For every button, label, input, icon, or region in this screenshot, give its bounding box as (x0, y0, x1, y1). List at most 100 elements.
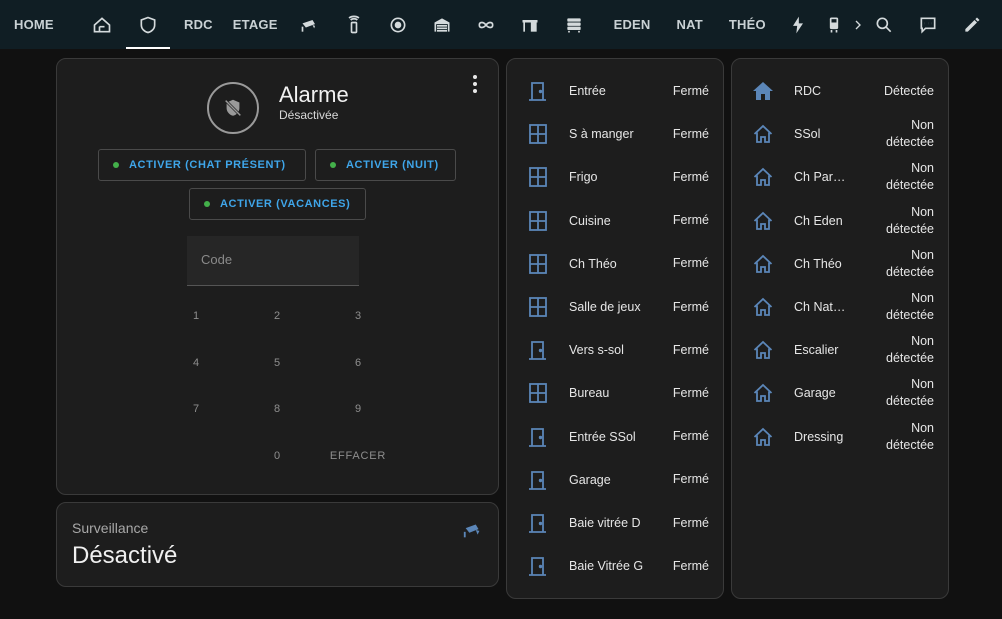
arm-night-button[interactable]: ACTIVER (NUIT) (315, 149, 456, 181)
dot-vertical-icon (473, 75, 477, 79)
motion-row[interactable]: Ch Eden Non détectée (732, 203, 948, 239)
opening-state: Fermé (672, 515, 709, 530)
opening-row[interactable]: Frigo Fermé (507, 159, 723, 195)
tab-remote[interactable] (332, 0, 376, 49)
shield-outline-icon (140, 16, 156, 33)
opening-state: Fermé (672, 429, 709, 444)
opening-state: Fermé (672, 213, 709, 228)
edit-dashboard-button[interactable] (950, 0, 994, 49)
opening-state: Fermé (672, 385, 709, 400)
keypad-4[interactable]: 4 (176, 351, 216, 375)
opening-state: Fermé (672, 83, 709, 98)
home-outline-icon (751, 381, 775, 405)
surveillance-card[interactable]: Surveillance Désactivé (56, 502, 499, 587)
tab-eden[interactable]: EDEN (604, 0, 661, 49)
tab-home-floorplan[interactable] (80, 0, 124, 49)
motion-state: Non détectée (886, 291, 934, 322)
motion-name: Ch Théo (794, 256, 842, 271)
window-icon (526, 295, 550, 319)
motion-name: RDC (794, 84, 822, 98)
opening-state: Fermé (672, 472, 709, 487)
motion-row[interactable]: RDC Détectée (732, 73, 948, 109)
tab-home[interactable]: HOME (0, 0, 80, 49)
door-icon (526, 511, 550, 535)
opening-name: Cuisine (569, 213, 611, 228)
status-dot-icon (113, 162, 119, 168)
motion-row[interactable]: Ch Théo Non détectée (732, 246, 948, 282)
home-outline-icon (751, 252, 775, 276)
keypad-7[interactable]: 7 (176, 397, 216, 421)
motion-row[interactable]: SSol Non détectée (732, 116, 948, 152)
keypad-5[interactable]: 5 (257, 351, 297, 375)
opening-row[interactable]: Ch Théo Fermé (507, 246, 723, 282)
keypad-clear[interactable]: EFFACER (323, 444, 393, 468)
tab-energy[interactable] (776, 0, 820, 49)
cctv-icon (463, 524, 480, 538)
motion-row[interactable]: Garage Non détectée (732, 375, 948, 411)
tab-nat[interactable]: NAT (667, 0, 713, 49)
motion-card: RDC Détectée SSol Non détectée Ch Parents Non… (731, 58, 949, 599)
opening-row[interactable]: Baie vitrée D Fermé (507, 505, 723, 541)
alarm-menu-button[interactable] (472, 75, 478, 93)
tab-dresser[interactable] (552, 0, 596, 49)
code-input[interactable]: Code (187, 236, 359, 286)
opening-row[interactable]: Salle de jeux Fermé (507, 289, 723, 325)
opening-row[interactable]: Bureau Fermé (507, 375, 723, 411)
tab-train[interactable] (820, 0, 848, 49)
dresser-icon (566, 17, 581, 32)
motion-state: Non détectée (886, 161, 934, 193)
tab-theo[interactable]: THÉO (719, 0, 776, 49)
motion-row[interactable]: Ch Parents Non détectée (732, 159, 948, 195)
home-filled-icon (751, 79, 775, 103)
search-icon (876, 17, 892, 32)
keypad-0[interactable]: 0 (257, 444, 297, 468)
tab-cctv[interactable] (288, 0, 332, 49)
motion-name: Ch Nathan (794, 300, 850, 314)
motion-row[interactable]: Escalier Non détectée (732, 332, 948, 368)
opening-name: Entrée SSol (569, 429, 636, 444)
opening-row[interactable]: Cuisine Fermé (507, 203, 723, 239)
arm-vacation-button[interactable]: ACTIVER (VACANCES) (189, 188, 366, 220)
assist-button[interactable] (906, 0, 950, 49)
opening-state: Fermé (672, 126, 709, 141)
keypad-8[interactable]: 8 (257, 397, 297, 421)
opening-row[interactable]: Garage Fermé (507, 462, 723, 498)
search-button[interactable] (862, 0, 906, 49)
tab-desk[interactable] (508, 0, 552, 49)
motion-state: Non détectée (886, 420, 934, 452)
opening-row[interactable]: Vers s-sol Fermé (507, 332, 723, 368)
tab-infinity[interactable] (464, 0, 508, 49)
keypad-2[interactable]: 2 (257, 304, 297, 328)
alarm-panel-card: Alarme Désactivée ACTIVER (CHAT PRÉSENT)… (56, 58, 499, 495)
opening-name: S à manger (569, 127, 634, 142)
door-icon (526, 425, 550, 449)
cctv-icon (301, 19, 315, 32)
status-dot-icon (204, 201, 210, 207)
opening-row[interactable]: Entrée Fermé (507, 73, 723, 109)
motion-name: Ch Eden (794, 213, 843, 228)
door-icon (526, 554, 550, 578)
keypad-6[interactable]: 6 (338, 351, 378, 375)
opening-state: Fermé (672, 169, 709, 184)
shield-off-icon (223, 98, 243, 118)
tab-alarm[interactable] (126, 0, 170, 49)
alarm-title: Alarme (279, 82, 349, 107)
keypad-3[interactable]: 3 (338, 304, 378, 328)
motion-row[interactable]: Ch Nathan Non détectée (732, 289, 948, 325)
alarm-state-badge[interactable] (207, 82, 259, 134)
keypad-9[interactable]: 9 (338, 397, 378, 421)
opening-state: Fermé (672, 256, 709, 271)
motion-name: Ch Parents (794, 170, 850, 185)
tab-etage[interactable]: ETAGE (223, 0, 288, 49)
motion-row[interactable]: Dressing Non détectée (732, 419, 948, 455)
train-icon (829, 17, 838, 32)
arm-cat-present-button[interactable]: ACTIVER (CHAT PRÉSENT) (98, 149, 306, 181)
opening-row[interactable]: S à manger Fermé (507, 116, 723, 152)
tab-garage[interactable] (420, 0, 464, 49)
opening-row[interactable]: Baie Vitrée G Fermé (507, 548, 723, 584)
keypad-1[interactable]: 1 (176, 304, 216, 328)
tab-robot-vacuum[interactable] (376, 0, 420, 49)
top-navigation-bar: HOME RDC ETAGE EDEN NAT THÉO (0, 0, 1002, 49)
opening-row[interactable]: Entrée SSol Fermé (507, 419, 723, 455)
tab-rdc[interactable]: RDC (174, 0, 223, 49)
